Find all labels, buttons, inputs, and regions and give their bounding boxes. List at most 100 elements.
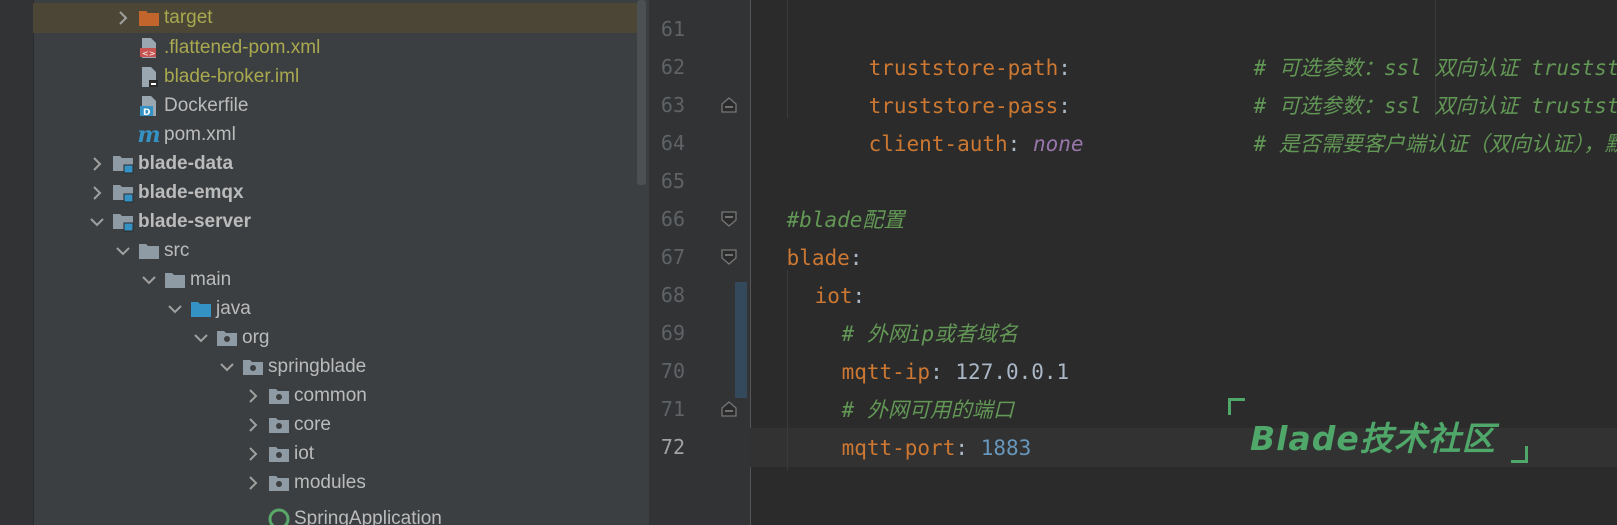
source-folder-icon [188,294,214,324]
tree-item-label: core [294,414,331,435]
yaml-comment: # 是否需要客户端认证（双向认证），默 [1253,132,1617,156]
package-icon [266,381,292,411]
chevron-right-icon[interactable] [240,439,266,469]
code-line-67: iot: [764,238,866,308]
line-number: 61 [660,17,685,41]
yaml-number: 1883 [980,436,1032,460]
chevron-down-icon[interactable] [214,352,240,382]
chevron-right-icon[interactable] [84,178,110,208]
watermark-bracket-open [1228,398,1245,415]
tree-item-blade-server[interactable]: blade-server [33,207,637,237]
package-icon [214,323,240,353]
tree-item-blade-data[interactable]: blade-data [33,149,637,179]
tree-item-flattened-pom[interactable]: <> .flattened-pom.xml [33,33,637,63]
tree-item-label: src [164,240,190,261]
code-comment-61: # 可选参数：ssl 双向认证 truststo [1203,10,1617,80]
docker-file-icon: D [136,91,162,121]
chevron-right-icon[interactable] [240,381,266,411]
watermark: Blade技术社区 [1228,398,1528,468]
code-comment-63: # 是否需要客户端认证（双向认证），默 [1203,86,1617,156]
xml-file-icon: <> [136,33,162,63]
tree-item-spring-application[interactable]: SpringApplication [33,504,637,525]
tree-scrollbar[interactable] [637,0,646,185]
line-number: 62 [660,55,685,79]
svg-text:<>: <> [142,49,155,58]
tree-item-core[interactable]: core [33,410,637,440]
yaml-key: mqtt-port [841,436,956,460]
tree-item-label: blade-emqx [138,182,244,203]
module-folder-icon [110,149,136,179]
tree-item-org[interactable]: org [33,323,637,353]
code-line-62: truststore-pass: [818,48,1071,118]
line-number: 68 [660,283,685,307]
code-line-63: client-auth: none [818,86,1084,156]
tree-item-label: org [242,327,270,348]
iml-file-icon [136,62,162,92]
code-line-70: # 外网可用的端口 [791,352,1014,422]
chevron-down-icon[interactable] [136,265,162,295]
folder-icon [162,265,188,295]
chevron-down-icon[interactable] [188,323,214,353]
tree-item-label: iot [294,443,315,464]
module-folder-icon [110,207,136,237]
tree-item-label: modules [294,472,366,493]
fold-end-icon[interactable] [720,96,738,114]
yaml-colon: : [955,436,969,460]
svg-text:D: D [143,108,150,117]
watermark-bracket-close [1511,446,1528,463]
line-number-current: 72 [660,435,685,459]
code-line-65: #blade配置 [736,162,905,232]
line-number: 70 [660,359,685,383]
code-line-66: blade: [736,200,863,270]
line-number: 63 [660,93,685,117]
tree-item-springblade[interactable]: springblade [33,352,637,382]
tree-item-label: SpringApplication [294,508,442,525]
code-line-69: mqtt-ip: 127.0.0.1 [791,314,1070,384]
tree-item-main[interactable]: main [33,265,637,295]
code-line-61: truststore-path: [818,10,1071,80]
code-line-68: # 外网ip或者域名 [791,276,1019,346]
project-tree-panel: target <> .flattened-pom.xml blade-broke… [0,0,649,525]
chevron-right-icon[interactable] [110,3,136,33]
chevron-down-icon[interactable] [162,294,188,324]
tree-item-target[interactable]: target [33,3,637,33]
package-icon [240,352,266,382]
tree-item-label: blade-server [138,211,252,232]
tree-item-label: target [164,7,213,28]
tree-item-src[interactable]: src [33,236,637,266]
tree-item-label: java [216,298,251,319]
package-icon [266,410,292,440]
indent-guide [787,0,788,118]
folder-icon [136,236,162,266]
tree-item-label: blade-broker.iml [164,66,300,87]
tree-item-label: main [190,269,232,290]
tree-item-java[interactable]: java [33,294,637,324]
line-number: 64 [660,131,685,155]
chevron-right-icon[interactable] [240,410,266,440]
yaml-colon: : [1007,132,1021,156]
yaml-value: none [1032,132,1084,156]
chevron-right-icon[interactable] [84,149,110,179]
line-number: 71 [660,397,685,421]
chevron-right-icon[interactable] [240,468,266,498]
package-icon [266,468,292,498]
fold-end-icon[interactable] [720,400,738,418]
tree-item-blade-emqx[interactable]: blade-emqx [33,178,637,208]
tree-left-strip [0,0,34,525]
line-number: 66 [660,207,685,231]
tree-item-pom-xml[interactable]: m pom.xml [33,120,637,150]
tree-item-dockerfile[interactable]: D Dockerfile [33,91,637,121]
watermark-text: Blade技术社区 [1250,419,1496,458]
module-folder-icon [110,178,136,208]
tree-item-iot[interactable]: iot [33,439,637,469]
tree-item-label: .flattened-pom.xml [164,37,321,58]
tree-item-label: Dockerfile [164,95,249,116]
chevron-down-icon[interactable] [84,207,110,237]
tree-item-label: springblade [268,356,367,377]
yaml-key: client-auth [868,132,1008,156]
tree-item-common[interactable]: common [33,381,637,411]
tree-item-blade-broker-iml[interactable]: blade-broker.iml [33,62,637,92]
maven-icon: m [137,122,161,148]
chevron-down-icon[interactable] [110,236,136,266]
tree-item-modules[interactable]: modules [33,468,637,498]
